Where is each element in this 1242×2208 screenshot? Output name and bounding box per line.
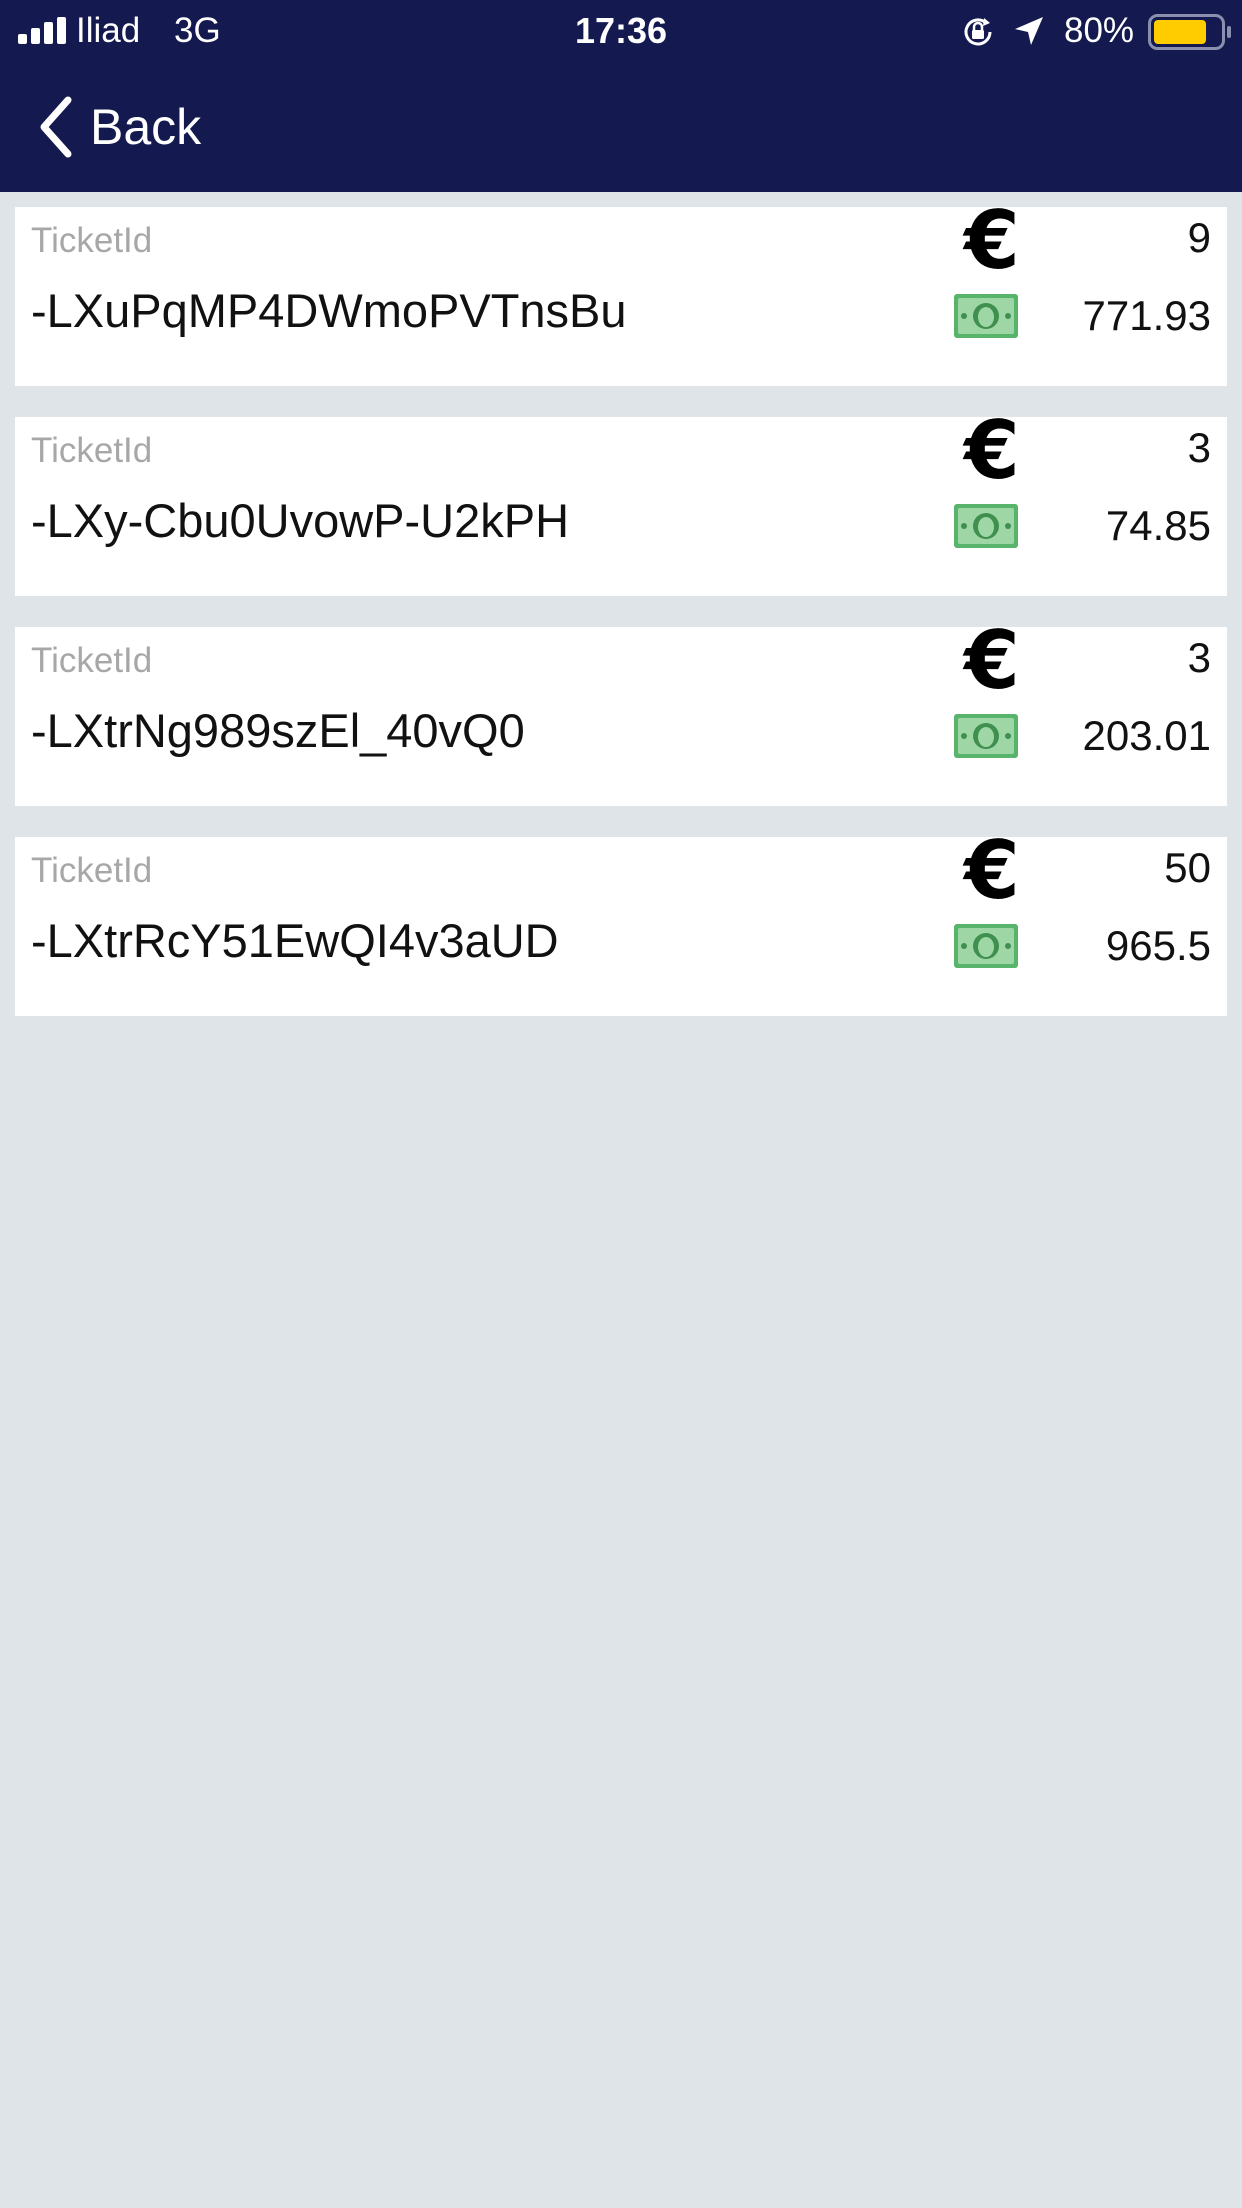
- ticket-count: 3: [1187, 424, 1211, 471]
- back-button[interactable]: Back: [30, 92, 230, 162]
- status-bar: Iliad 3G 17:36 80%: [0, 0, 1242, 62]
- location-icon: [1015, 17, 1043, 45]
- ticket-amount: 771.93: [1082, 292, 1211, 339]
- ticket-id-caption: TicketId: [31, 641, 153, 680]
- orientation-lock-icon: [964, 18, 992, 46]
- ticket-id-caption: TicketId: [31, 221, 153, 260]
- ticket-amount: 965.5: [1105, 922, 1211, 969]
- euro-icon: €: [964, 614, 1020, 707]
- ticket-id-caption: TicketId: [31, 851, 153, 890]
- money-icon: [954, 714, 1018, 758]
- back-label: Back: [90, 99, 202, 155]
- app-header: Iliad 3G 17:36 80% Back: [0, 0, 1242, 192]
- ticket-count: 3: [1187, 634, 1211, 681]
- money-icon: [954, 924, 1018, 968]
- euro-icon: €: [964, 824, 1020, 917]
- ticket-count: 50: [1164, 844, 1211, 891]
- euro-icon: €: [964, 194, 1020, 287]
- chevron-left-icon: [40, 96, 72, 158]
- battery-percent: 80%: [1064, 11, 1135, 50]
- ticket-card[interactable]: TicketId -LXtrNg989szEl_40vQ0 € 3 203.01: [15, 621, 1227, 806]
- ticket-list: TicketId -LXuPqMP4DWmoPVTnsBu € 9 771.93…: [15, 201, 1227, 1047]
- ticket-card[interactable]: TicketId -LXtrRcY51EwQI4v3aUD € 50 965.5: [15, 831, 1227, 1016]
- euro-icon: €: [964, 404, 1020, 497]
- ticket-id: -LXuPqMP4DWmoPVTnsBu: [31, 284, 627, 337]
- ticket-card[interactable]: TicketId -LXuPqMP4DWmoPVTnsBu € 9 771.93: [15, 201, 1227, 386]
- battery-icon: [1148, 14, 1231, 50]
- ticket-id: -LXy-Cbu0UvowP-U2kPH: [31, 494, 570, 547]
- ticket-amount: 203.01: [1082, 712, 1211, 759]
- ticket-id: -LXtrRcY51EwQI4v3aUD: [31, 914, 559, 967]
- ticket-id-caption: TicketId: [31, 431, 153, 470]
- money-icon: [954, 294, 1018, 338]
- ticket-amount: 74.85: [1105, 502, 1211, 549]
- ticket-id: -LXtrNg989szEl_40vQ0: [31, 704, 525, 757]
- ticket-count: 9: [1187, 214, 1211, 261]
- ticket-card[interactable]: TicketId -LXy-Cbu0UvowP-U2kPH € 3 74.85: [15, 411, 1227, 596]
- status-time: 17:36: [574, 10, 668, 51]
- money-icon: [954, 504, 1018, 548]
